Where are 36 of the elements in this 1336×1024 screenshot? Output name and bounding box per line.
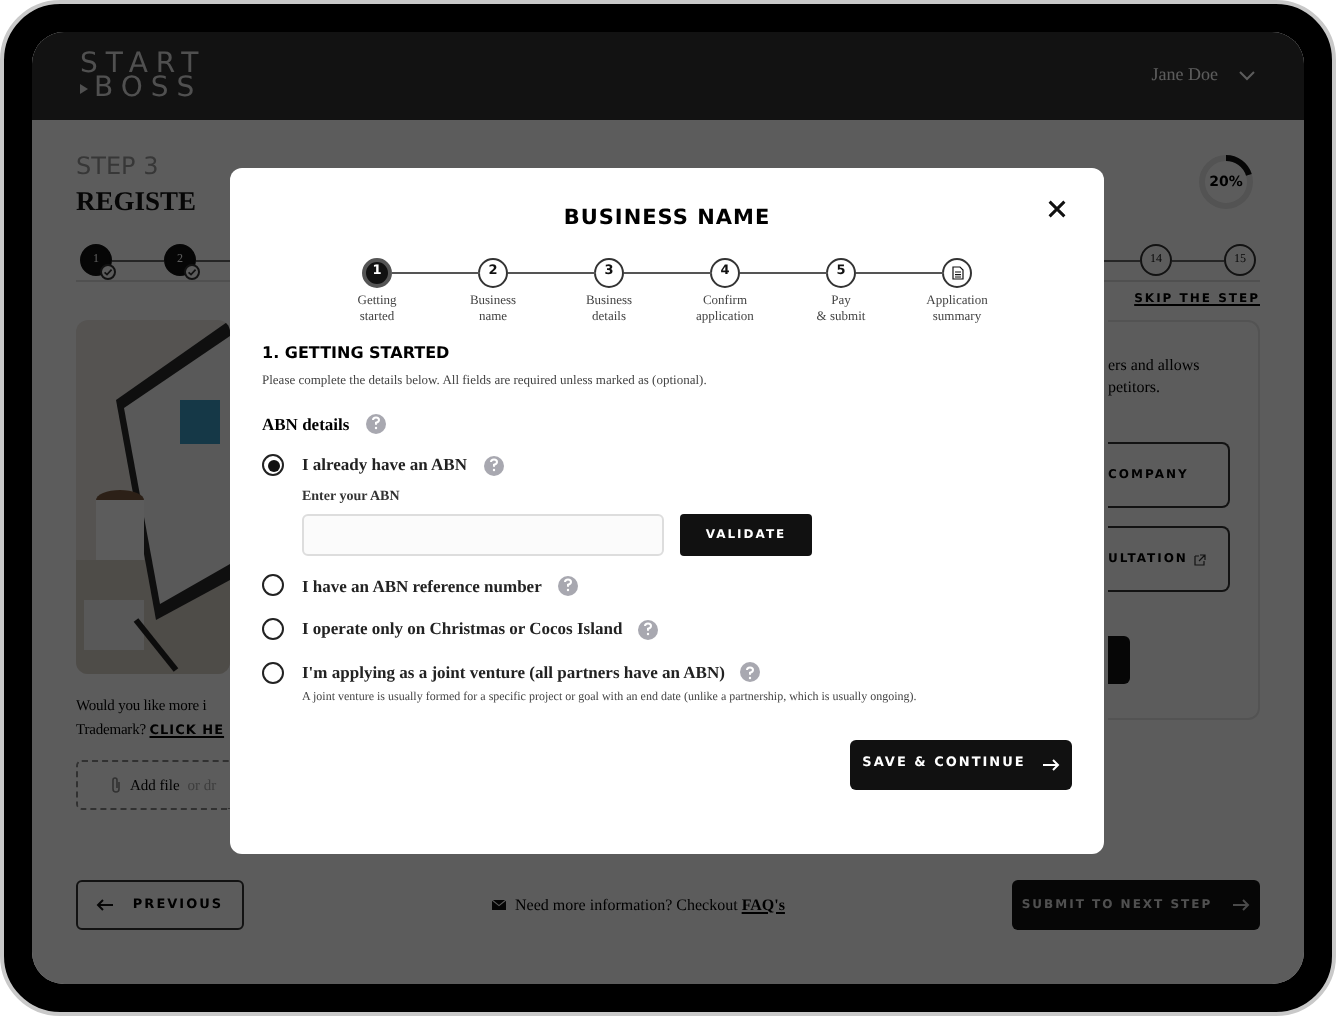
modal-title: BUSINESS NAME: [563, 204, 771, 234]
envelope-icon: [491, 900, 506, 910]
check-icon: [184, 264, 200, 280]
abn-input[interactable]: [302, 513, 664, 555]
option-label: I have an ABN reference number: [302, 573, 542, 599]
option-label: I already have an ABN: [302, 452, 467, 478]
chevron-down-icon: [1238, 70, 1256, 82]
card-text: ers and allows petitors.: [1108, 354, 1202, 398]
radio-button[interactable]: [262, 454, 284, 477]
option-label: I'm applying as a joint venture (all partners have an ABN): [302, 660, 725, 686]
help-icon[interactable]: [557, 575, 578, 596]
user-menu[interactable]: Jane Doe: [1151, 62, 1256, 90]
arrow-right-icon: [1232, 898, 1251, 912]
close-button[interactable]: [1044, 196, 1068, 220]
check-icon: [100, 264, 116, 280]
close-icon: [1047, 199, 1065, 217]
help-text: Need more information? Checkout FAQ's: [515, 893, 785, 917]
help-icon[interactable]: [740, 662, 761, 683]
arrow-right-icon: [1041, 757, 1060, 772]
page-title: REGISTE: [76, 184, 197, 220]
paperclip-icon: [110, 776, 122, 794]
radio-button[interactable]: [262, 618, 284, 641]
faq-link[interactable]: FAQ's: [741, 895, 785, 913]
help-icon[interactable]: [483, 455, 503, 476]
radio-button[interactable]: [262, 574, 284, 597]
section-title: 1. GETTING STARTED: [262, 341, 452, 366]
play-icon: [80, 83, 88, 93]
external-link-icon: [1193, 553, 1206, 565]
group-label: ABN details: [262, 411, 350, 437]
radio-button[interactable]: [262, 661, 284, 684]
option-label: I operate only on Christmas or Cocos Island: [302, 616, 623, 642]
help-icon[interactable]: [638, 619, 659, 640]
arrow-left-icon: [96, 898, 115, 912]
help-icon[interactable]: [365, 413, 386, 434]
document-icon: [951, 265, 963, 280]
progress-ring: [1196, 152, 1256, 212]
